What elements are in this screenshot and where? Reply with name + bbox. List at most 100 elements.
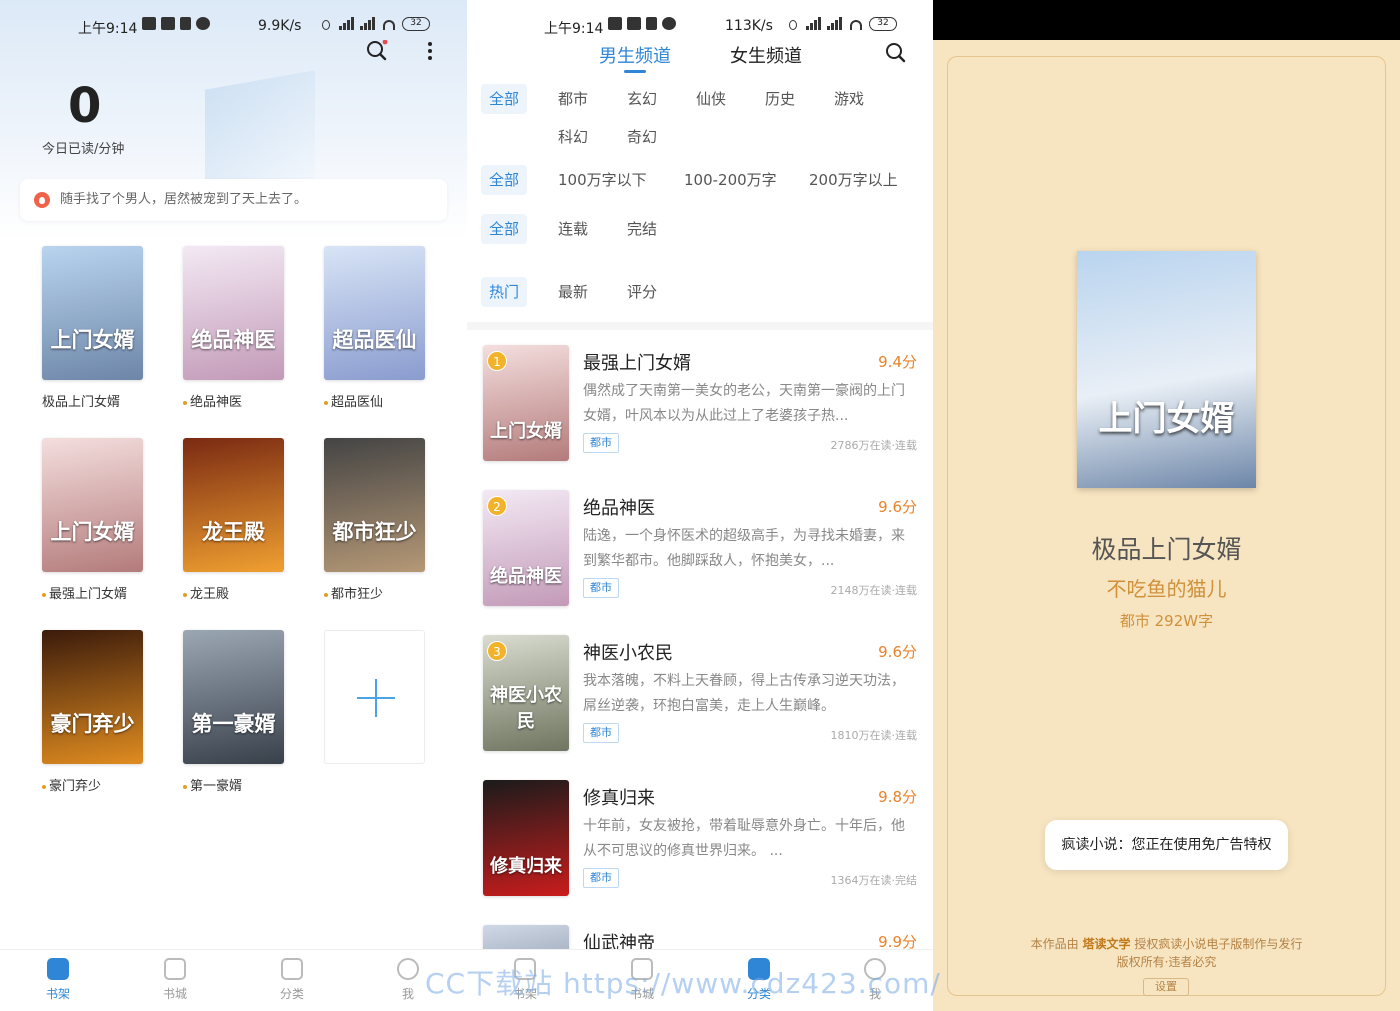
filter-chip[interactable]: 科幻 <box>550 122 596 152</box>
book-cover: 修真归来 <box>483 780 569 896</box>
book-cover: 上门女婿 <box>42 246 143 380</box>
network-speed: 9.9K/s <box>258 18 302 34</box>
filter-chip[interactable]: 游戏 <box>826 84 872 114</box>
circle-icon <box>196 17 210 30</box>
signal-icon <box>339 17 355 30</box>
shelf-book[interactable]: 龙王殿 龙王殿 <box>183 438 284 602</box>
book-title: 极品上门女婿 <box>42 391 143 410</box>
copyright-brand: 塔读文学 <box>1082 937 1131 951</box>
filter-chip[interactable]: 奇幻 <box>619 122 665 152</box>
filter-chip[interactable]: 仙侠 <box>688 84 734 114</box>
book-title: 超品医仙 <box>324 391 425 410</box>
book-title: 绝品神医 <box>583 498 655 519</box>
genre-tag: 都市 <box>583 433 619 453</box>
bookstore-icon <box>164 958 186 980</box>
cover-title-art: 绝品神医 <box>490 566 562 587</box>
more-menu-icon[interactable] <box>424 41 436 63</box>
nav-item-bookshelf[interactable]: 书架 <box>495 958 555 1002</box>
cover-title-art: 豪门弃少 <box>50 711 135 736</box>
shelf-book[interactable]: 绝品神医 绝品神医 <box>183 246 284 410</box>
filter-chip[interactable]: 全部 <box>481 84 528 114</box>
cover-title-art: 超品医仙 <box>332 327 417 352</box>
book-score: 9.4分 <box>878 353 917 371</box>
readers-status: 2148万在读·连载 <box>830 584 918 597</box>
profile-icon <box>397 958 419 980</box>
filter-chip[interactable]: 全部 <box>481 214 528 244</box>
nav-item-bookstore[interactable]: 书城 <box>145 958 205 1002</box>
system-icons: 32 <box>785 17 897 31</box>
nav-item-category[interactable]: 分类 <box>262 958 322 1002</box>
status-bar: 上午9:14 113K/s 32 <box>467 14 933 40</box>
rank-book-item[interactable]: 绝品神医 2 绝品神医 9.6分 陆逸，一个身怀医术的超级高手，为寻找未婚妻，来到繁华都… <box>483 490 917 620</box>
book-meta: 都市 292W字 <box>1119 612 1214 630</box>
tab-female-channel[interactable]: 女生频道 <box>730 42 802 68</box>
filter-chip[interactable]: 都市 <box>550 84 596 114</box>
genre-tag: 都市 <box>583 578 619 598</box>
book-description: 十年前，女友被抢，带着耻辱意外身亡。十年后，他从不可思议的修真世界归来。 ... <box>583 818 905 859</box>
tab-male-channel[interactable]: 男生频道 <box>599 42 671 68</box>
cover-title-art: 上门女婿 <box>50 327 135 352</box>
copyright-notice: 版权所有·违者必究 <box>1116 955 1217 969</box>
search-icon[interactable] <box>366 39 388 62</box>
filter-chip[interactable]: 200万字以上 <box>801 165 906 195</box>
settings-button[interactable]: 设置 <box>1143 978 1189 996</box>
filter-chip[interactable]: 连载 <box>550 214 596 244</box>
filter-chip[interactable]: 热门 <box>481 277 528 307</box>
book-title: 最强上门女婿 <box>583 353 691 374</box>
book-title-text: 都市狂少 <box>331 587 384 602</box>
book-author: 不吃鱼的猫儿 <box>1106 577 1227 601</box>
filter-chip[interactable]: 全部 <box>481 165 528 195</box>
book-score: 9.6分 <box>878 498 917 516</box>
filter-chip[interactable]: 玄幻 <box>619 84 665 114</box>
nav-item-profile[interactable]: 我 <box>845 958 905 1002</box>
circle-icon <box>662 17 676 30</box>
nav-label: 书架 <box>512 987 537 1001</box>
update-dot <box>183 784 187 789</box>
cover-title-art: 上门女婿 <box>490 421 562 442</box>
nav-item-category[interactable]: 分类 <box>729 958 789 1002</box>
nav-label: 分类 <box>746 987 771 1001</box>
today-read-label: 今日已读/分钟 <box>42 142 125 157</box>
book-title-text: 最强上门女婿 <box>49 587 128 602</box>
rank-book-item[interactable]: 修真归来 修真归来 9.8分 十年前，女友被抢，带着耻辱意外身亡。十年后，他从不可思议… <box>483 780 917 910</box>
cover-title-art: 修真归来 <box>490 856 562 877</box>
filter-chip[interactable]: 100-200万字 <box>676 165 785 195</box>
book-title: 龙王殿 <box>183 583 284 602</box>
rank-book-item[interactable]: 神医小农民 3 神医小农民 9.6分 我本落魄，不料上天眷顾，得上古传承习逆天功法，屌丝… <box>483 635 917 765</box>
filter-chip[interactable]: 评分 <box>619 277 665 307</box>
filter-chip[interactable]: 完结 <box>619 214 665 244</box>
nav-item-bookshelf[interactable]: 书架 <box>28 958 88 1002</box>
book-score: 9.8分 <box>878 788 917 806</box>
section-divider <box>467 322 933 330</box>
rank-badge: 1 <box>487 351 507 371</box>
filter-chip[interactable]: 最新 <box>550 277 596 307</box>
shelf-book[interactable]: 超品医仙 超品医仙 <box>324 246 425 410</box>
update-dot <box>42 784 46 789</box>
add-book-button[interactable] <box>324 630 425 764</box>
reader-cover-screen: 上门女婿 极品上门女婿 不吃鱼的猫儿 都市 292W字 疯读小说：您正在使用免广… <box>933 0 1400 1011</box>
nav-item-profile[interactable]: 我 <box>378 958 438 1002</box>
system-icons: 32 <box>318 17 430 31</box>
shelf-book[interactable]: 豪门弃少 豪门弃少 <box>42 630 143 794</box>
nav-label: 我 <box>868 987 881 1001</box>
rank-book-item[interactable]: 上门女婿 1 最强上门女婿 9.4分 偶然成了天南第一美女的老公，天南第一豪阀的上门女婿… <box>483 345 917 475</box>
book-cover: 都市狂少 <box>324 438 425 572</box>
shelf-book[interactable]: 第一豪婿 第一豪婿 <box>183 630 284 794</box>
shelf-book[interactable]: 上门女婿极品上门女婿 <box>42 246 143 410</box>
nav-item-bookstore[interactable]: 书城 <box>612 958 672 1002</box>
recommend-banner[interactable]: 随手找了个男人，居然被宠到了天上去了。 <box>20 179 447 221</box>
filter-chip[interactable]: 100万字以下 <box>550 165 655 195</box>
status-time: 上午9:14 <box>78 21 138 37</box>
update-dot <box>183 592 187 597</box>
shelf-book[interactable]: 上门女婿 最强上门女婿 <box>42 438 143 602</box>
genre-tag: 都市 <box>583 868 619 888</box>
book-title-text: 极品上门女婿 <box>42 395 121 410</box>
search-icon[interactable] <box>885 42 907 64</box>
filter-chip[interactable]: 历史 <box>757 84 803 114</box>
wifi-icon <box>848 17 864 30</box>
shelf-book[interactable]: 都市狂少 都市狂少 <box>324 438 425 602</box>
bookshelf-icon <box>514 958 536 980</box>
wifi-icon <box>381 17 397 30</box>
message-icon <box>161 17 175 30</box>
book-title-text: 豪门弃少 <box>49 779 102 794</box>
